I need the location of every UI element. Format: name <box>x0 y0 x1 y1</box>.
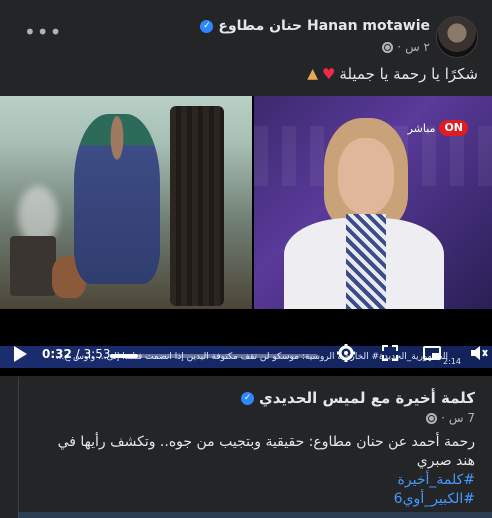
facebook-post: ••• Hanan motawie حنان مطاوع ✓ ٢ س · شكر… <box>0 0 492 518</box>
shared-post: كلمة أخيرة مع لميس الحديدي ✓ 7 س · رحمة … <box>18 377 492 518</box>
post-caption: شكرًا يا رحمة يا جميلة ♥ ▲ <box>307 65 478 83</box>
duration: 3:53 <box>83 347 111 361</box>
current-time: 0:32 <box>42 347 72 361</box>
shared-post-text: رحمة أحمد عن حنان مطاوع: حقيقية وبتجيب م… <box>35 433 475 509</box>
folded-hands-icon: ▲ <box>307 66 318 82</box>
red-heart-icon: ♥ <box>321 65 336 83</box>
hashtag-link[interactable]: #الكبير_أوي6 <box>35 490 475 509</box>
shared-page-name[interactable]: كلمة أخيرة مع لميس الحديدي <box>259 389 475 407</box>
progress-bar[interactable] <box>110 354 318 358</box>
picture-in-picture-icon[interactable] <box>422 343 442 363</box>
volume-icon[interactable] <box>468 343 488 363</box>
channel-badge: ON <box>439 120 468 136</box>
video-scene-left <box>0 96 252 309</box>
video-time: 0:32 / 3:53 <box>42 347 111 361</box>
author-name-row: Hanan motawie حنان مطاوع ✓ <box>200 18 430 34</box>
play-icon[interactable] <box>14 346 27 362</box>
shared-post-time[interactable]: 7 س <box>449 411 475 425</box>
channel-live-label: مباشر <box>407 121 436 135</box>
post-time[interactable]: ٢ س <box>405 40 430 54</box>
verified-badge-icon: ✓ <box>241 391 254 405</box>
post-meta: ٢ س · <box>382 40 430 54</box>
video-scene-right: ON مباشر <box>254 96 492 309</box>
author-avatar[interactable] <box>436 16 478 58</box>
shared-body: رحمة أحمد عن حنان مطاوع: حقيقية وبتجيب م… <box>57 434 475 469</box>
shared-page-row: كلمة أخيرة مع لميس الحديدي ✓ <box>241 389 475 407</box>
settings-gear-icon[interactable] <box>336 343 356 363</box>
author-name[interactable]: Hanan motawie حنان مطاوع <box>218 18 430 34</box>
more-options-button[interactable]: ••• <box>24 22 62 42</box>
shared-post-meta: 7 س · <box>426 411 475 425</box>
caption-text: شكرًا يا رحمة يا جميلة <box>339 65 478 83</box>
globe-icon <box>426 412 438 424</box>
ticker-clock: 2:14 <box>443 357 461 366</box>
globe-icon <box>382 41 394 53</box>
verified-badge-icon: ✓ <box>200 19 214 33</box>
channel-logo: ON مباشر <box>408 120 468 136</box>
fullscreen-icon[interactable] <box>380 343 400 363</box>
progress-fill <box>110 354 139 358</box>
anchor-figure <box>284 118 444 309</box>
hashtag-link[interactable]: #كلمة_أخيرة <box>35 471 475 490</box>
video-player[interactable]: ON مباشر الجمهورية_الجديدة# الخارجية الر… <box>0 96 492 376</box>
post-header: ••• Hanan motawie حنان مطاوع ✓ ٢ س · <box>0 10 492 58</box>
